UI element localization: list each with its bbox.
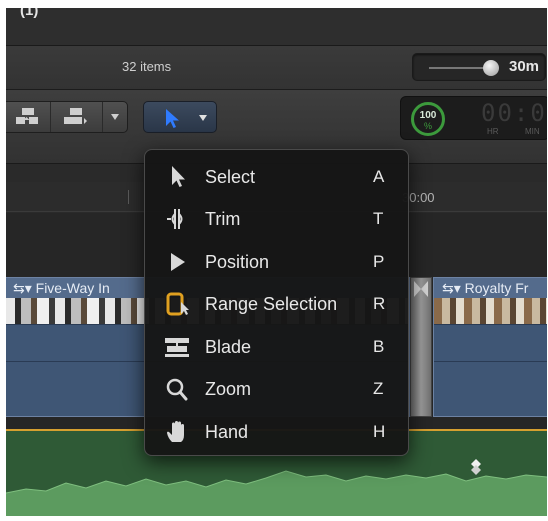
- tools-popup-button[interactable]: [143, 101, 217, 133]
- append-clip-button[interactable]: [51, 102, 103, 132]
- final-cut-window: (1) 32 items 30m 100 % 00:0 HR MIN 30:00…: [6, 8, 547, 516]
- trim-icon: [167, 209, 183, 229]
- menu-item-shortcut: Z: [373, 379, 384, 398]
- video-clip-royalty[interactable]: ⇆▾ Royalty Fr: [433, 277, 547, 417]
- tools-menu: Select A Trim T Position P Range Selecti…: [144, 149, 409, 456]
- arrow-cursor-icon: [166, 109, 179, 128]
- menu-item-blade[interactable]: Blade B: [145, 326, 408, 368]
- arrow-cursor-icon: [172, 166, 185, 187]
- zoom-slider-knob[interactable]: [483, 60, 499, 76]
- zoom-value: 30m: [509, 58, 540, 75]
- clip-zoom-control: 30m: [412, 53, 546, 81]
- zoom-icon: [166, 378, 188, 401]
- clip-divider: [434, 361, 547, 362]
- menu-item-position[interactable]: Position P: [145, 241, 408, 283]
- hand-icon: [167, 421, 184, 442]
- menu-item-label: Zoom: [205, 379, 252, 399]
- insert-icon: [15, 108, 38, 124]
- menu-item-hand[interactable]: Hand H: [145, 411, 408, 453]
- position-icon: [171, 253, 185, 271]
- menu-item-label: Select: [205, 167, 256, 187]
- title-fragment: (1): [20, 8, 39, 19]
- transition-handle[interactable]: [410, 277, 432, 417]
- timecode-min-label: MIN: [525, 127, 540, 136]
- insert-clip-button[interactable]: [6, 102, 51, 132]
- append-icon: [63, 108, 87, 124]
- menu-item-label: Hand: [205, 422, 249, 442]
- menu-item-label: Range Selection: [205, 294, 338, 314]
- menu-item-shortcut: B: [373, 337, 385, 356]
- clip-filmstrip: [434, 298, 547, 324]
- transition-icon: [414, 281, 428, 297]
- menu-item-shortcut: T: [373, 209, 384, 228]
- timecode-digits: 00:00: [481, 99, 547, 127]
- blade-icon: [165, 338, 189, 357]
- menu-item-zoom[interactable]: Zoom Z: [145, 368, 408, 410]
- menu-item-label: Blade: [205, 337, 252, 357]
- menu-item-label: Trim: [205, 209, 241, 229]
- timecode-hr-label: HR: [487, 127, 499, 136]
- menu-item-range-selection[interactable]: Range Selection R: [145, 283, 408, 325]
- progress-percent: 100: [419, 110, 437, 121]
- range-selection-icon: [166, 292, 189, 316]
- item-count: 32 items: [122, 59, 172, 74]
- edit-options-dropdown[interactable]: [103, 102, 127, 132]
- dashboard-timecode: 100 % 00:00 HR MIN: [400, 96, 547, 140]
- menu-item-shortcut: R: [373, 294, 386, 313]
- background-tasks-indicator[interactable]: 100 %: [411, 102, 445, 136]
- ruler-tick: [128, 190, 129, 204]
- edit-buttons-group: [6, 101, 128, 133]
- menu-item-select[interactable]: Select A: [145, 156, 408, 198]
- menu-item-shortcut: A: [373, 167, 385, 186]
- menu-item-shortcut: H: [373, 422, 386, 441]
- menu-item-label: Position: [205, 252, 270, 272]
- chevron-down-icon: [199, 115, 207, 121]
- menu-item-shortcut: P: [373, 252, 385, 271]
- clip-audio-lane: [434, 324, 547, 416]
- browser-info-bar: 32 items 30m: [6, 46, 547, 90]
- menu-item-trim[interactable]: Trim T: [145, 198, 408, 240]
- chevron-down-icon: [111, 114, 119, 120]
- clip-title: ⇆▾ Royalty Fr: [434, 278, 547, 298]
- percent-sign: %: [423, 121, 432, 131]
- title-strip: (1): [6, 8, 547, 46]
- keyframe-icon[interactable]: [470, 459, 482, 475]
